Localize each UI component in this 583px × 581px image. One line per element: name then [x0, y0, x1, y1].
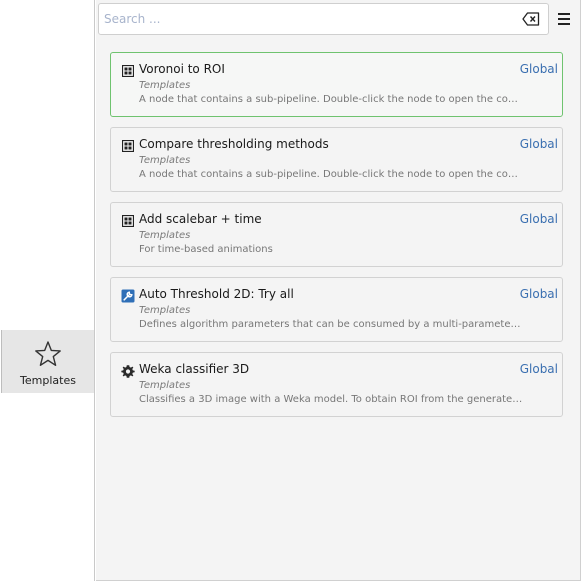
- template-item[interactable]: Auto Threshold 2D: Try all Global Templa…: [110, 277, 563, 342]
- template-scope: Global: [519, 287, 558, 301]
- template-scope: Global: [519, 212, 558, 226]
- template-description: A node that contains a sub-pipeline. Dou…: [139, 94, 523, 105]
- template-category: Templates: [139, 305, 191, 316]
- grid-node-icon: [121, 214, 135, 228]
- app-root: Templates Voronoi to ROI Gl: [0, 0, 583, 581]
- template-description: Classifies a 3D image with a Weka model.…: [139, 394, 523, 405]
- template-item[interactable]: Weka classifier 3D Global Templates Clas…: [110, 352, 563, 417]
- tab-templates-label: Templates: [20, 374, 76, 387]
- template-title: Auto Threshold 2D: Try all: [139, 287, 294, 301]
- template-title: Weka classifier 3D: [139, 362, 250, 376]
- backspace-clear-icon: [522, 12, 540, 26]
- template-scope: Global: [519, 362, 558, 376]
- template-description: For time-based animations: [139, 244, 273, 255]
- hamburger-icon-bar: [558, 13, 570, 15]
- template-category: Templates: [139, 80, 191, 91]
- template-item[interactable]: Add scalebar + time Global Templates For…: [110, 202, 563, 267]
- template-description: A node that contains a sub-pipeline. Dou…: [139, 169, 523, 180]
- template-scope: Global: [519, 137, 558, 151]
- template-title: Compare thresholding methods: [139, 137, 329, 151]
- menu-button[interactable]: [554, 8, 574, 30]
- template-description: Defines algorithm parameters that can be…: [139, 319, 523, 330]
- hamburger-icon-bar: [558, 18, 570, 20]
- tab-templates[interactable]: Templates: [1, 330, 94, 393]
- template-category: Templates: [139, 380, 191, 391]
- template-item[interactable]: Voronoi to ROI Global Templates A node t…: [110, 52, 563, 117]
- side-tab-bar: Templates: [0, 0, 95, 581]
- template-item[interactable]: Compare thresholding methods Global Temp…: [110, 127, 563, 192]
- search-box: [98, 3, 549, 35]
- grid-node-icon: [121, 139, 135, 153]
- template-list: Voronoi to ROI Global Templates A node t…: [110, 52, 563, 427]
- template-title: Add scalebar + time: [139, 212, 262, 226]
- template-scope: Global: [519, 62, 558, 76]
- clear-search-button[interactable]: [520, 11, 542, 27]
- templates-panel: Voronoi to ROI Global Templates A node t…: [96, 0, 581, 581]
- grid-node-icon: [121, 64, 135, 78]
- search-input[interactable]: [99, 4, 520, 34]
- gear-icon: [121, 364, 135, 378]
- template-title: Voronoi to ROI: [139, 62, 225, 76]
- star-icon: [35, 341, 61, 366]
- template-category: Templates: [139, 230, 191, 241]
- template-category: Templates: [139, 155, 191, 166]
- wrench-icon: [121, 289, 135, 303]
- hamburger-icon-bar: [558, 23, 570, 25]
